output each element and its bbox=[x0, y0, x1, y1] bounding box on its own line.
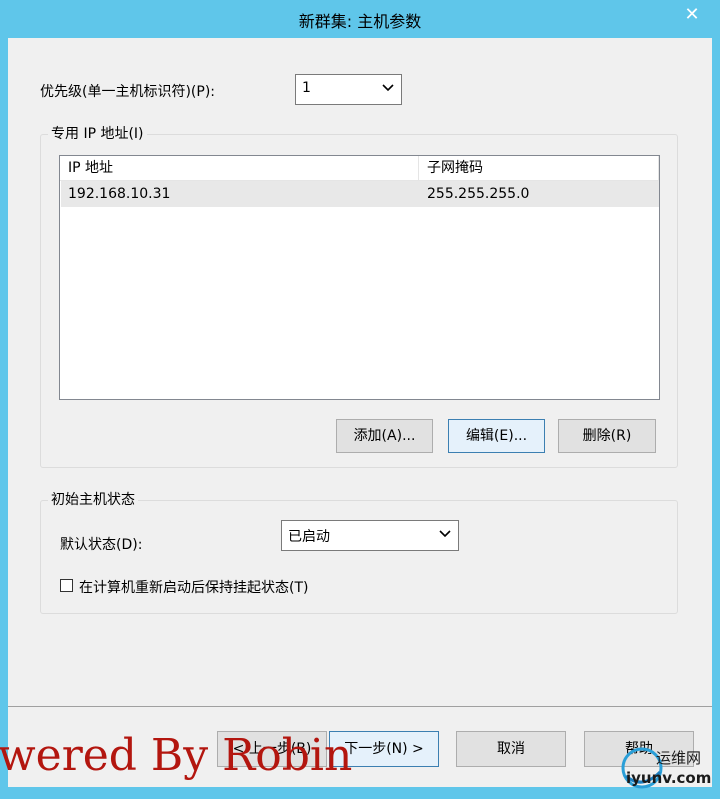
close-icon: ✕ bbox=[684, 4, 700, 25]
default-state-value: 已启动 bbox=[288, 529, 330, 545]
delete-button[interactable]: 删除(R) bbox=[558, 419, 656, 453]
column-header-ip[interactable]: IP 地址 bbox=[60, 156, 419, 180]
site-logo: 运维网 iyunv.com bbox=[612, 742, 720, 795]
default-state-label: 默认状态(D): bbox=[60, 537, 143, 553]
column-header-mask[interactable]: 子网掩码 bbox=[419, 156, 659, 180]
ip-list-header: IP 地址 子网掩码 bbox=[60, 156, 659, 181]
table-row[interactable]: 192.168.10.31 255.255.255.0 bbox=[61, 181, 659, 207]
edit-button[interactable]: 编辑(E)... bbox=[448, 419, 545, 453]
retain-suspended-checkbox[interactable] bbox=[60, 579, 73, 592]
ip-cell: 192.168.10.31 bbox=[68, 186, 171, 202]
dialog-client-area: 优先级(单一主机标识符)(P): 1 专用 IP 地址(I) IP 地址 子网掩… bbox=[8, 38, 712, 787]
dedicated-ip-group-label: 专用 IP 地址(I) bbox=[48, 123, 147, 143]
priority-select-value: 1 bbox=[302, 80, 311, 96]
chevron-down-icon bbox=[439, 530, 451, 538]
priority-label: 优先级(单一主机标识符)(P): bbox=[40, 84, 216, 100]
cancel-button[interactable]: 取消 bbox=[456, 731, 566, 767]
default-state-select[interactable]: 已启动 bbox=[281, 520, 459, 551]
window-title: 新群集: 主机参数 bbox=[298, 12, 422, 31]
footer-separator bbox=[8, 706, 712, 707]
logo-url-text: iyunv.com bbox=[626, 769, 712, 787]
powered-by-watermark: wered By Robin bbox=[0, 730, 353, 781]
add-button[interactable]: 添加(A)... bbox=[336, 419, 433, 453]
chevron-down-icon bbox=[382, 84, 394, 92]
priority-select[interactable]: 1 bbox=[295, 74, 402, 105]
initial-host-state-group-label: 初始主机状态 bbox=[48, 489, 138, 509]
mask-cell: 255.255.255.0 bbox=[427, 186, 530, 202]
retain-suspended-label[interactable]: 在计算机重新启动后保持挂起状态(T) bbox=[79, 577, 308, 597]
ip-address-list[interactable]: IP 地址 子网掩码 192.168.10.31 255.255.255.0 bbox=[59, 155, 660, 400]
title-bar: 新群集: 主机参数 ✕ bbox=[0, 0, 720, 38]
logo-cn-text: 运维网 bbox=[656, 749, 702, 767]
close-button[interactable]: ✕ bbox=[668, 0, 716, 30]
